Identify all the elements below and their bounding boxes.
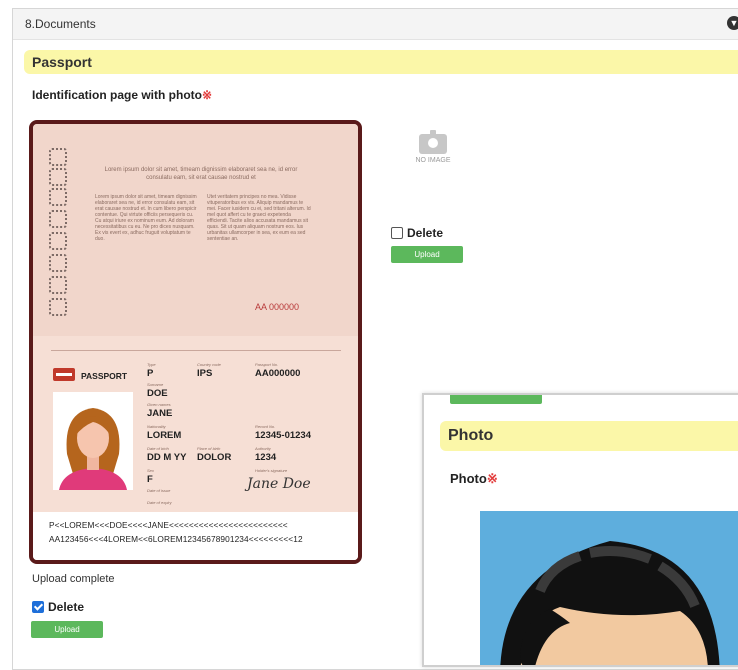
passport-field-label-text: Identification page with photo	[32, 88, 202, 102]
field-label: Date of issue	[147, 488, 171, 493]
no-image-label: NO IMAGE	[415, 157, 451, 164]
field-label: Type	[147, 362, 156, 367]
required-mark: ※	[486, 471, 498, 486]
passport-field-label: Identification page with photo※	[32, 88, 212, 102]
perforation-icon	[49, 188, 67, 206]
field-value: DD M YY	[147, 452, 187, 463]
field-value: DOLOR	[197, 452, 232, 463]
passport-heading: Passport	[32, 54, 92, 70]
passport-heading-band: Passport	[24, 50, 738, 74]
side-delete-label: Delete	[407, 226, 444, 240]
perforation-icon	[49, 276, 67, 294]
section-title: 8.Documents	[25, 17, 96, 31]
field-label: Holder's signature	[255, 468, 288, 473]
photo-field-label-text: Photo	[450, 471, 487, 486]
chevron-down-icon[interactable]: ▼	[727, 16, 738, 30]
holder-portrait	[53, 392, 133, 490]
photo-heading: Photo	[448, 427, 494, 444]
perforation-icon	[49, 168, 67, 186]
field-value: 12345-01234	[255, 430, 311, 441]
field-label: Sex	[147, 468, 154, 473]
field-label: Given names	[147, 402, 171, 407]
field-label: Authority	[255, 446, 271, 451]
divider	[51, 350, 341, 351]
field-value: JANE	[147, 408, 173, 419]
field-label: Surname	[147, 382, 164, 387]
side-delete-checkbox[interactable]: Delete	[391, 226, 443, 240]
passport-doc-number-top: AA 000000	[255, 302, 300, 312]
applicant-portrait	[500, 541, 720, 665]
delete-label: Delete	[48, 600, 85, 614]
checkbox-icon[interactable]	[391, 227, 403, 239]
field-value: LOREM	[147, 430, 182, 441]
passport-emblem-icon	[53, 368, 75, 381]
passport-top-page: Lorem ipsum dolor sit amet, timeam digni…	[33, 124, 358, 336]
field-value: AA000000	[255, 368, 301, 379]
applicant-photo	[480, 511, 738, 665]
holder-signature: Jane Doe	[247, 476, 311, 492]
side-upload-button[interactable]: Upload	[391, 246, 463, 263]
perforation-icon	[49, 148, 67, 166]
mrz-line-2: AA123456<<<4LOREM<<6LOREM12345678901234<…	[49, 534, 303, 544]
field-value: 1234	[255, 452, 277, 463]
passport-doc-label: PASSPORT	[81, 371, 128, 381]
field-value: P	[147, 368, 154, 379]
field-label: Place of birth	[197, 446, 221, 451]
no-image-placeholder: NO IMAGE	[410, 130, 456, 164]
passport-image: Lorem ipsum dolor sit amet, timeam digni…	[29, 120, 362, 564]
mrz-line-1: P<<LOREM<<<DOE<<<<JANE<<<<<<<<<<<<<<<<<<…	[49, 520, 288, 530]
photo-heading-band: Photo	[440, 421, 738, 451]
passport-lorem-left: Lorem ipsum dolor sit amet, timeam digni…	[95, 194, 197, 242]
upload-button[interactable]: Upload	[31, 621, 103, 638]
required-mark: ※	[202, 88, 213, 102]
perforation-icon	[49, 298, 67, 316]
field-label: Date of birth	[147, 446, 169, 451]
delete-checkbox[interactable]: Delete	[32, 600, 84, 614]
field-label: Country code	[197, 362, 221, 367]
field-value: IPS	[197, 368, 213, 379]
passport-lorem-center: Lorem ipsum dolor sit amet, timeam digni…	[104, 167, 298, 181]
upload-status: Upload complete	[32, 573, 115, 585]
perforation-icon	[49, 254, 67, 272]
field-label: Passport No.	[255, 362, 279, 367]
field-label: Nationality	[147, 424, 166, 429]
photo-panel-overlay: Photo Photo※	[422, 393, 738, 667]
field-value: F	[147, 474, 153, 485]
camera-icon	[419, 130, 447, 154]
section-header[interactable]: 8.Documents ▼	[13, 9, 738, 40]
checkbox-checked-icon[interactable]	[32, 601, 44, 613]
perforation-icon	[49, 232, 67, 250]
field-label: Date of expiry	[147, 500, 172, 505]
field-value: DOE	[147, 388, 168, 399]
perforation-icon	[49, 210, 67, 228]
field-label: Record No.	[255, 424, 276, 429]
photo-upload-button[interactable]	[450, 395, 542, 404]
passport-data-page: PASSPORT Type P Country code IPS Passpor…	[33, 336, 358, 560]
photo-field-label: Photo※	[450, 471, 498, 487]
passport-lorem-right: Utet veritatem principes no mea. Vidisse…	[207, 194, 311, 242]
